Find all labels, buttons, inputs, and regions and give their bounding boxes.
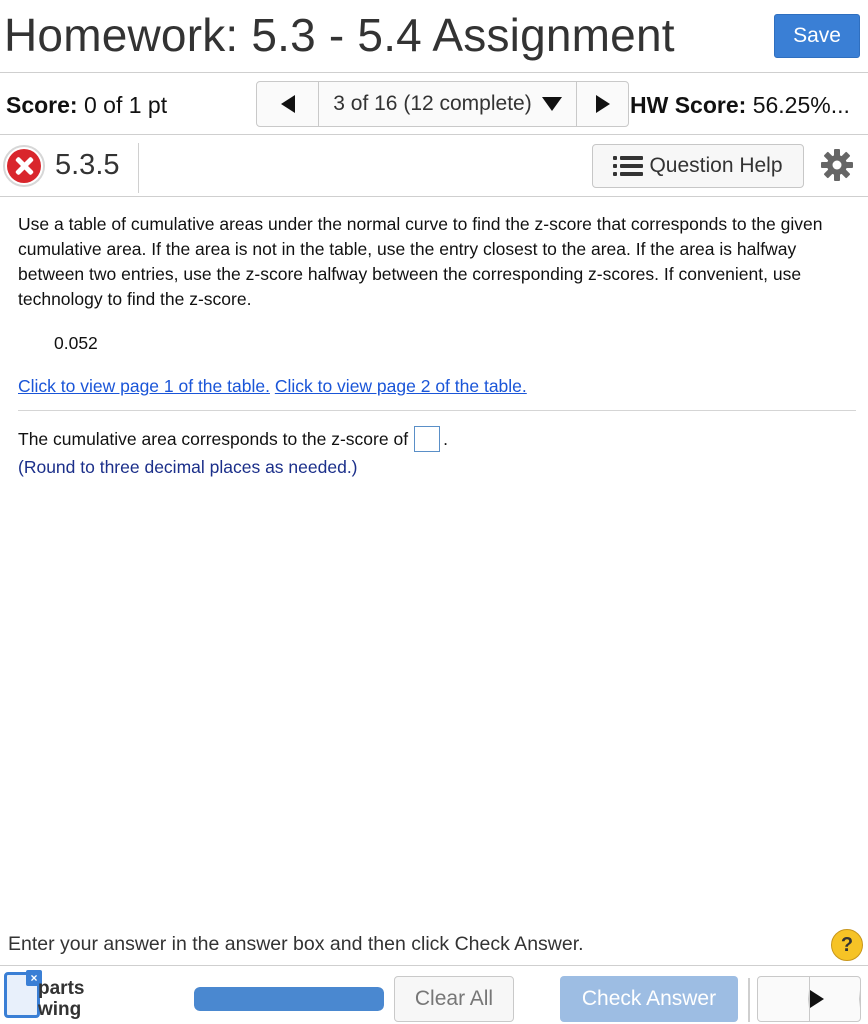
question-content: Use a table of cumulative areas under th…: [18, 212, 850, 396]
question-instructions: Use a table of cumulative areas under th…: [18, 214, 823, 309]
rounding-note: (Round to three decimal places as needed…: [18, 457, 358, 477]
clear-all-button[interactable]: Clear All: [394, 976, 514, 1022]
check-answer-button[interactable]: Check Answer: [560, 976, 738, 1022]
divider: [138, 143, 139, 193]
answer-line: The cumulative area corresponds to the z…: [18, 426, 448, 452]
question-position: 3 of 16 (12 complete): [333, 92, 532, 115]
table-links: Click to view page 1 of the table. Click…: [18, 376, 527, 397]
hw-score-label: HW Score:: [630, 92, 747, 118]
answer-suffix: .: [443, 428, 448, 449]
close-icon: [7, 149, 41, 183]
save-button[interactable]: Save: [774, 14, 860, 58]
score-value: 0 of 1 pt: [83, 92, 168, 118]
next-question-button[interactable]: [576, 82, 628, 126]
parts-showing-widget[interactable]: × parts wing: [0, 970, 110, 1024]
caret-left-icon: [280, 95, 295, 113]
footer-instruction: Enter your answer in the answer box and …: [8, 933, 584, 955]
hw-score-value: 56.25%...: [752, 92, 850, 118]
parts-label: parts wing: [38, 978, 84, 1020]
table-page-1-link[interactable]: Click to view page 1 of the table.: [18, 376, 270, 396]
question-number: 5.3.5: [55, 149, 120, 181]
divider: [18, 410, 856, 411]
caret-left-icon: [758, 990, 809, 1008]
progress-fill: [194, 987, 384, 1011]
divider: [0, 196, 868, 197]
page-title: Homework: 5.3 - 5.4 Assignment: [4, 9, 675, 61]
hw-score: HW Score: 56.25%...: [630, 92, 850, 119]
caret-down-icon: [541, 97, 562, 111]
caret-right-icon: [595, 95, 610, 113]
list-icon: [613, 156, 644, 176]
parts-label-line2: wing: [38, 999, 82, 1020]
footer-next-button[interactable]: [809, 977, 860, 1021]
previous-question-button[interactable]: [257, 82, 319, 126]
given-area: 0.052: [54, 333, 98, 353]
divider: [0, 965, 868, 966]
caret-right-icon: [809, 990, 860, 1008]
question-bar: 5.3.5 Question Help: [0, 135, 868, 195]
question-select[interactable]: 3 of 16 (12 complete): [319, 82, 576, 126]
header: Homework: 5.3 - 5.4 Assignment Save: [0, 0, 868, 72]
answer-input[interactable]: [414, 426, 441, 452]
divider: [748, 978, 750, 1022]
question-help-button[interactable]: Question Help: [592, 144, 804, 188]
question-navigator: 3 of 16 (12 complete): [256, 81, 629, 127]
footer-previous-button[interactable]: [758, 977, 810, 1021]
footer-navigator: [757, 976, 861, 1022]
score: Score: 0 of 1 pt: [6, 92, 167, 119]
help-icon[interactable]: ?: [831, 929, 863, 961]
progress-bar: [194, 987, 384, 1011]
incorrect-status-icon: [3, 145, 45, 187]
gear-icon[interactable]: [820, 148, 854, 182]
score-bar: Score: 0 of 1 pt 3 of 16 (12 complete) H…: [0, 74, 868, 134]
divider: [0, 72, 868, 73]
score-label: Score:: [6, 92, 78, 118]
question-help-label: Question Help: [649, 154, 783, 177]
answer-prompt: The cumulative area corresponds to the z…: [18, 428, 409, 449]
parts-label-line1: parts: [38, 978, 85, 999]
table-page-2-link[interactable]: Click to view page 2 of the table.: [275, 376, 527, 396]
